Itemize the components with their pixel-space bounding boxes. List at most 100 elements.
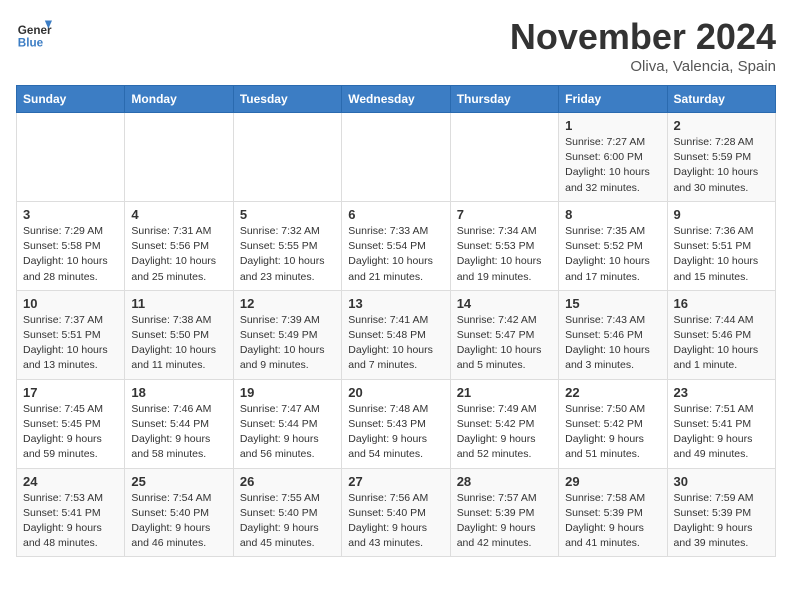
- weekday-header-friday: Friday: [559, 86, 667, 113]
- day-number: 10: [23, 296, 118, 311]
- weekday-header-row: SundayMondayTuesdayWednesdayThursdayFrid…: [17, 86, 776, 113]
- calendar-week-row: 17 Sunrise: 7:45 AM Sunset: 5:45 PM Dayli…: [17, 379, 776, 468]
- day-details: Sunrise: 7:48 AM Sunset: 5:43 PM Dayligh…: [348, 402, 443, 463]
- weekday-header-monday: Monday: [125, 86, 233, 113]
- calendar-cell: 24 Sunrise: 7:53 AM Sunset: 5:41 PM Dayli…: [17, 468, 125, 557]
- day-number: 23: [674, 385, 769, 400]
- calendar-cell: 6 Sunrise: 7:33 AM Sunset: 5:54 PM Daylig…: [342, 201, 450, 290]
- day-number: 9: [674, 207, 769, 222]
- day-number: 27: [348, 474, 443, 489]
- calendar-cell: 7 Sunrise: 7:34 AM Sunset: 5:53 PM Daylig…: [450, 201, 558, 290]
- calendar-table: SundayMondayTuesdayWednesdayThursdayFrid…: [16, 85, 776, 557]
- day-details: Sunrise: 7:36 AM Sunset: 5:51 PM Dayligh…: [674, 224, 769, 285]
- day-details: Sunrise: 7:42 AM Sunset: 5:47 PM Dayligh…: [457, 313, 552, 374]
- day-number: 3: [23, 207, 118, 222]
- day-number: 19: [240, 385, 335, 400]
- calendar-cell: 26Sunrise: 7:55 AM Sunset: 5:40 PM Dayli…: [233, 468, 341, 557]
- day-details: Sunrise: 7:33 AM Sunset: 5:54 PM Dayligh…: [348, 224, 443, 285]
- calendar-cell: 10 Sunrise: 7:37 AM Sunset: 5:51 PM Dayli…: [17, 290, 125, 379]
- svg-text:General: General: [18, 24, 52, 37]
- weekday-header-saturday: Saturday: [667, 86, 775, 113]
- day-details: Sunrise: 7:39 AM Sunset: 5:49 PM Dayligh…: [240, 313, 335, 374]
- day-number: 12: [240, 296, 335, 311]
- calendar-cell: 2 Sunrise: 7:28 AM Sunset: 5:59 PM Daylig…: [667, 113, 775, 202]
- day-number: 16: [674, 296, 769, 311]
- calendar-cell: 3 Sunrise: 7:29 AM Sunset: 5:58 PM Daylig…: [17, 201, 125, 290]
- weekday-header-wednesday: Wednesday: [342, 86, 450, 113]
- calendar-cell: 20 Sunrise: 7:48 AM Sunset: 5:43 PM Dayli…: [342, 379, 450, 468]
- day-number: 26: [240, 474, 335, 489]
- weekday-header-sunday: Sunday: [17, 86, 125, 113]
- calendar-cell: 22 Sunrise: 7:50 AM Sunset: 5:42 PM Dayli…: [559, 379, 667, 468]
- day-number: 25: [131, 474, 226, 489]
- day-details: Sunrise: 7:37 AM Sunset: 5:51 PM Dayligh…: [23, 313, 118, 374]
- day-number: 14: [457, 296, 552, 311]
- calendar-cell: 13 Sunrise: 7:41 AM Sunset: 5:48 PM Dayli…: [342, 290, 450, 379]
- day-number: 29: [565, 474, 660, 489]
- day-details: Sunrise: 7:47 AM Sunset: 5:44 PM Dayligh…: [240, 402, 335, 463]
- calendar-cell: [125, 113, 233, 202]
- calendar-cell: 5Sunrise: 7:32 AM Sunset: 5:55 PM Daylig…: [233, 201, 341, 290]
- day-details: Sunrise: 7:51 AM Sunset: 5:41 PM Dayligh…: [674, 402, 769, 463]
- day-number: 5: [240, 207, 335, 222]
- day-number: 15: [565, 296, 660, 311]
- calendar-cell: 18 Sunrise: 7:46 AM Sunset: 5:44 PM Dayli…: [125, 379, 233, 468]
- day-number: 13: [348, 296, 443, 311]
- day-number: 17: [23, 385, 118, 400]
- day-number: 6: [348, 207, 443, 222]
- day-number: 18: [131, 385, 226, 400]
- day-details: Sunrise: 7:53 AM Sunset: 5:41 PM Dayligh…: [23, 491, 118, 552]
- day-number: 4: [131, 207, 226, 222]
- day-number: 11: [131, 296, 226, 311]
- day-details: Sunrise: 7:49 AM Sunset: 5:42 PM Dayligh…: [457, 402, 552, 463]
- calendar-cell: 15 Sunrise: 7:43 AM Sunset: 5:46 PM Dayli…: [559, 290, 667, 379]
- calendar-cell: 19 Sunrise: 7:47 AM Sunset: 5:44 PM Dayli…: [233, 379, 341, 468]
- calendar-cell: 28Sunrise: 7:57 AM Sunset: 5:39 PM Dayli…: [450, 468, 558, 557]
- day-number: 8: [565, 207, 660, 222]
- day-number: 20: [348, 385, 443, 400]
- day-details: Sunrise: 7:28 AM Sunset: 5:59 PM Dayligh…: [674, 135, 769, 196]
- calendar-cell: 27Sunrise: 7:56 AM Sunset: 5:40 PM Dayli…: [342, 468, 450, 557]
- day-details: Sunrise: 7:43 AM Sunset: 5:46 PM Dayligh…: [565, 313, 660, 374]
- logo: General Blue: [16, 16, 52, 52]
- calendar-week-row: 1 Sunrise: 7:27 AM Sunset: 6:00 PM Daylig…: [17, 113, 776, 202]
- page-header: General Blue November 2024 Oliva, Valenc…: [16, 16, 776, 75]
- calendar-cell: 16 Sunrise: 7:44 AM Sunset: 5:46 PM Dayli…: [667, 290, 775, 379]
- calendar-cell: 17 Sunrise: 7:45 AM Sunset: 5:45 PM Dayli…: [17, 379, 125, 468]
- day-details: Sunrise: 7:46 AM Sunset: 5:44 PM Dayligh…: [131, 402, 226, 463]
- calendar-cell: 4Sunrise: 7:31 AM Sunset: 5:56 PM Daylig…: [125, 201, 233, 290]
- day-details: Sunrise: 7:34 AM Sunset: 5:53 PM Dayligh…: [457, 224, 552, 285]
- day-details: Sunrise: 7:54 AM Sunset: 5:40 PM Dayligh…: [131, 491, 226, 552]
- day-details: Sunrise: 7:45 AM Sunset: 5:45 PM Dayligh…: [23, 402, 118, 463]
- calendar-cell: [342, 113, 450, 202]
- day-number: 22: [565, 385, 660, 400]
- calendar-cell: [450, 113, 558, 202]
- calendar-cell: [17, 113, 125, 202]
- day-details: Sunrise: 7:44 AM Sunset: 5:46 PM Dayligh…: [674, 313, 769, 374]
- day-details: Sunrise: 7:57 AM Sunset: 5:39 PM Dayligh…: [457, 491, 552, 552]
- day-number: 30: [674, 474, 769, 489]
- day-number: 1: [565, 118, 660, 133]
- day-number: 7: [457, 207, 552, 222]
- calendar-cell: 11Sunrise: 7:38 AM Sunset: 5:50 PM Dayli…: [125, 290, 233, 379]
- month-title: November 2024: [510, 16, 776, 58]
- calendar-cell: 8 Sunrise: 7:35 AM Sunset: 5:52 PM Daylig…: [559, 201, 667, 290]
- calendar-cell: 30 Sunrise: 7:59 AM Sunset: 5:39 PM Dayli…: [667, 468, 775, 557]
- day-details: Sunrise: 7:41 AM Sunset: 5:48 PM Dayligh…: [348, 313, 443, 374]
- day-details: Sunrise: 7:50 AM Sunset: 5:42 PM Dayligh…: [565, 402, 660, 463]
- day-details: Sunrise: 7:29 AM Sunset: 5:58 PM Dayligh…: [23, 224, 118, 285]
- calendar-week-row: 3 Sunrise: 7:29 AM Sunset: 5:58 PM Daylig…: [17, 201, 776, 290]
- title-section: November 2024 Oliva, Valencia, Spain: [510, 16, 776, 75]
- calendar-week-row: 24 Sunrise: 7:53 AM Sunset: 5:41 PM Dayli…: [17, 468, 776, 557]
- calendar-cell: 23 Sunrise: 7:51 AM Sunset: 5:41 PM Dayli…: [667, 379, 775, 468]
- calendar-cell: 21 Sunrise: 7:49 AM Sunset: 5:42 PM Dayli…: [450, 379, 558, 468]
- day-number: 2: [674, 118, 769, 133]
- logo-icon: General Blue: [16, 16, 52, 52]
- day-details: Sunrise: 7:35 AM Sunset: 5:52 PM Dayligh…: [565, 224, 660, 285]
- day-details: Sunrise: 7:58 AM Sunset: 5:39 PM Dayligh…: [565, 491, 660, 552]
- calendar-cell: 12 Sunrise: 7:39 AM Sunset: 5:49 PM Dayli…: [233, 290, 341, 379]
- day-details: Sunrise: 7:27 AM Sunset: 6:00 PM Dayligh…: [565, 135, 660, 196]
- day-number: 24: [23, 474, 118, 489]
- day-number: 21: [457, 385, 552, 400]
- day-details: Sunrise: 7:59 AM Sunset: 5:39 PM Dayligh…: [674, 491, 769, 552]
